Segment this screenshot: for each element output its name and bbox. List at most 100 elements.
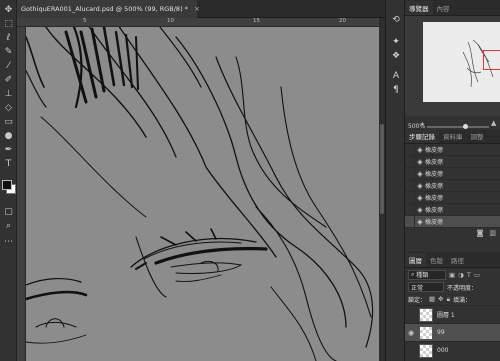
marquee-icon[interactable]: ⬚ [2, 18, 15, 30]
eraser-icon: ◈ [417, 205, 423, 214]
history-item[interactable]: ◈ 橡皮擦 [405, 191, 500, 204]
fill-label: 填滿： [453, 296, 472, 304]
gradient-icon[interactable]: ▭ [2, 116, 15, 128]
filter-shape-icon[interactable]: ▭ [474, 271, 480, 279]
filter-adjust-icon[interactable]: ◑ [458, 271, 464, 279]
zoom-slider[interactable] [427, 124, 489, 129]
layer-thumbnail [419, 325, 433, 340]
layer-row[interactable]: 圖層 1 [405, 305, 500, 323]
history-item-label: 橡皮擦 [425, 207, 444, 214]
lock-position-icon[interactable]: ✥ [438, 295, 443, 303]
dodge-icon[interactable]: ● [2, 130, 15, 142]
history-item-label: 橡皮擦 [425, 183, 444, 190]
scrollbar-thumb[interactable] [380, 124, 384, 214]
brush-icon[interactable]: ✐ [2, 74, 15, 86]
history-item-label: 橡皮擦 [425, 171, 444, 178]
layer-name: 圖層 1 [437, 312, 455, 319]
eraser-icon: ◈ [417, 217, 423, 226]
right-panel-dock: 導覽器 內容 500% ▴ ▲ 步驟記錄 資料庫 調整 ◈ 橡皮擦 ◈ 橡皮擦 … [405, 0, 500, 361]
history-item-label: 橡皮擦 [425, 147, 444, 154]
foreground-color-swatch[interactable] [2, 180, 12, 190]
lock-label: 鎖定： [408, 296, 427, 304]
more-icon[interactable]: ⋯ [2, 236, 15, 248]
ruler-tick-label: 10 [167, 18, 174, 24]
eraser-icon: ◈ [417, 145, 423, 154]
document-tab-bar: GothiquERA001_Alucard.psd @ 500% (99, RG… [17, 0, 385, 18]
line-art [26, 27, 374, 361]
layer-filter-select[interactable]: ⌕ 種類 [408, 269, 446, 280]
ruler-tick-label: 20 [339, 18, 346, 24]
tab-libraries[interactable]: 資料庫 [439, 129, 467, 143]
quick-select-icon[interactable]: ✎ [2, 46, 15, 58]
filter-pixel-icon[interactable]: ▣ [449, 271, 455, 279]
shape-icon[interactable]: ▢ [2, 206, 15, 218]
eye-icon[interactable]: ◉ [405, 329, 417, 337]
tab-layers[interactable]: 圖層 [405, 253, 426, 267]
document-canvas[interactable] [26, 27, 379, 361]
lock-row: 鎖定： ▦ ✥ 🔒︎ 填滿： [405, 293, 500, 305]
ruler-tick-label: 15 [253, 18, 260, 24]
tools-panel: ✥ ⬚ ℓ ✎ ⁄ ✐ ⊥ ◇ ▭ ● ✒ T ▢ ⌕ ⋯ [0, 0, 17, 361]
navigator-tabs: 導覽器 內容 [405, 0, 500, 16]
lasso-icon[interactable]: ℓ [2, 32, 15, 44]
tab-history[interactable]: 步驟記錄 [405, 129, 439, 143]
layer-row[interactable]: 000 [405, 341, 500, 359]
history-footer: ◙ ▥ [405, 228, 500, 238]
history-item[interactable]: ◈ 橡皮擦 [405, 167, 500, 180]
stamp-icon[interactable]: ⊥ [2, 88, 15, 100]
trash-icon[interactable]: ▥ [489, 229, 496, 237]
ruler-tick-label: 5 [83, 18, 87, 24]
history-item[interactable]: ◈ 橡皮擦 [405, 143, 500, 156]
zoom-icon[interactable]: ⌕ [2, 220, 15, 232]
history-panel: 步驟記錄 資料庫 調整 ◈ 橡皮擦 ◈ 橡皮擦 ◈ 橡皮擦 ◈ 橡皮擦 ◈ 橡皮擦 ◈ 橡皮… [405, 129, 500, 245]
history-item[interactable]: ◈ 橡皮擦 [405, 179, 500, 192]
tab-paths[interactable]: 路徑 [447, 253, 468, 267]
close-icon[interactable]: × [194, 5, 200, 13]
navigator-preview[interactable] [423, 22, 500, 102]
character-panel-icon[interactable]: A [390, 70, 402, 82]
layer-row-selected[interactable]: ◉ 99 [405, 323, 500, 341]
eraser-icon: ◈ [417, 157, 423, 166]
eyedropper-icon[interactable]: ⁄ [2, 60, 15, 72]
opacity-label: 不透明度： [447, 284, 478, 292]
blend-mode-value: 正常 [411, 284, 424, 292]
lock-all-icon[interactable]: 🔒︎ [447, 295, 450, 304]
layer-name: 99 [437, 329, 445, 336]
type-icon[interactable]: T [2, 158, 15, 170]
document-tab[interactable]: GothiquERA001_Alucard.psd @ 500% (99, RG… [17, 0, 200, 18]
layers-panel: 圖層 色版 路徑 ⌕ 種類 ▣ ◑ T ▭ 正常 不透明度： 鎖定： ▦ ✥ 🔒… [405, 252, 500, 361]
history-item-label: 橡皮擦 [425, 195, 444, 202]
history-item-selected[interactable]: ◈ 橡皮擦 [405, 215, 500, 228]
layer-thumbnail [419, 343, 433, 358]
history-item-label: 橡皮擦 [425, 219, 444, 226]
tab-channels[interactable]: 色版 [426, 253, 447, 267]
lock-pixels-icon[interactable]: ▦ [429, 295, 435, 303]
panel-icon-strip: ⟲ ✦ ❖ A ¶ [385, 0, 405, 361]
blend-mode-select[interactable]: 正常 [408, 282, 444, 292]
history-item[interactable]: ◈ 橡皮擦 [405, 203, 500, 216]
ruler-vertical [17, 27, 26, 361]
tab-properties[interactable]: 內容 [433, 1, 454, 15]
zoom-out-icon[interactable]: ▴ [421, 120, 424, 127]
history-item[interactable]: ◈ 橡皮擦 [405, 155, 500, 168]
new-snapshot-icon[interactable]: ◙ [477, 229, 484, 237]
brush-settings-icon[interactable]: ✦ [390, 36, 402, 48]
layer-filter-row: ⌕ 種類 ▣ ◑ T ▭ [405, 268, 500, 281]
tab-navigator[interactable]: 導覽器 [405, 1, 433, 15]
paragraph-panel-icon[interactable]: ¶ [390, 84, 402, 96]
tab-adjustments[interactable]: 調整 [467, 129, 488, 143]
zoom-in-icon[interactable]: ▲ [491, 119, 496, 127]
filter-type-icon[interactable]: T [467, 271, 471, 279]
navigator-view-box[interactable] [483, 50, 500, 70]
clone-source-icon[interactable]: ❖ [390, 50, 402, 62]
pen-icon[interactable]: ✒ [2, 144, 15, 156]
ruler-horizontal: 5 10 15 20 [17, 18, 379, 27]
history-tabs: 步驟記錄 資料庫 調整 [405, 129, 500, 144]
search-icon: ⌕ [411, 270, 415, 278]
history-panel-icon[interactable]: ⟲ [390, 14, 402, 26]
eraser-icon: ◈ [417, 193, 423, 202]
layers-tabs: 圖層 色版 路徑 [405, 252, 500, 268]
move-icon[interactable]: ✥ [2, 4, 15, 16]
eraser-icon[interactable]: ◇ [2, 102, 15, 114]
navigator-panel: 500% ▴ ▲ [405, 16, 500, 130]
